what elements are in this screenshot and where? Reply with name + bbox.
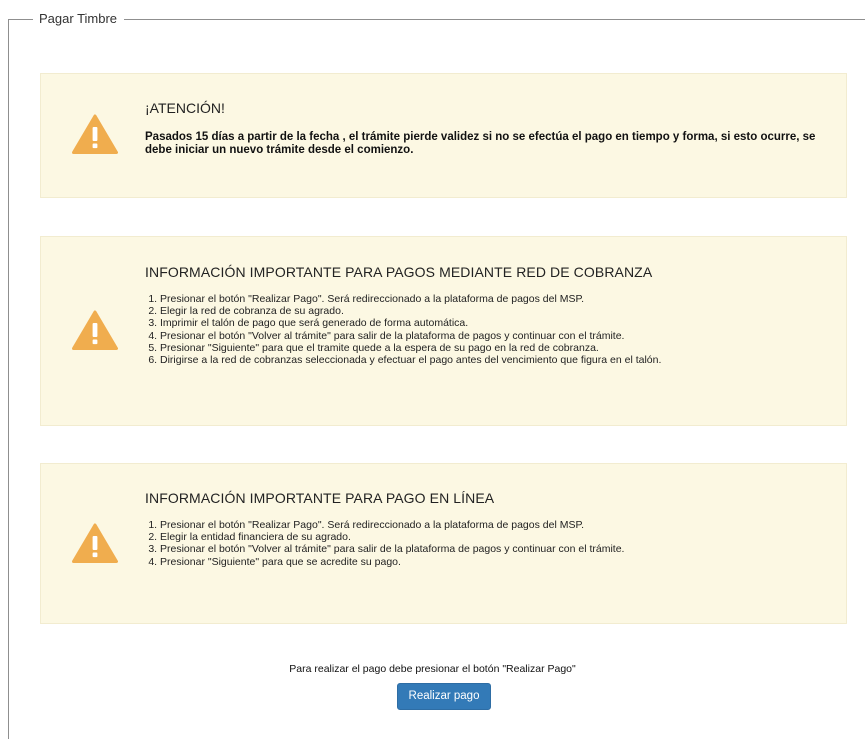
pago-linea-steps: Presionar el botón "Realizar Pago". Será…: [145, 519, 826, 568]
warning-icon: [72, 114, 118, 154]
pago-linea-title: INFORMACIÓN IMPORTANTE PARA PAGO EN LÍNE…: [145, 490, 495, 506]
attention-alert: ¡ATENCIÓN! Pasados 15 días a partir de l…: [40, 73, 847, 198]
pago-linea-alert: INFORMACIÓN IMPORTANTE PARA PAGO EN LÍNE…: [40, 463, 847, 624]
fieldset-legend: Pagar Timbre: [33, 10, 125, 28]
list-item: Presionar el botón "Realizar Pago". Será…: [160, 519, 826, 531]
warning-icon: [72, 523, 118, 563]
red-cobranza-content: INFORMACIÓN IMPORTANTE PARA PAGOS MEDIAN…: [145, 264, 826, 366]
list-item: Elegir la red de cobranza de su agrado.: [160, 305, 826, 317]
red-cobranza-steps: Presionar el botón "Realizar Pago". Será…: [145, 293, 826, 366]
list-item: Dirigirse a la red de cobranzas seleccio…: [160, 354, 826, 366]
list-item: Imprimir el talón de pago que será gener…: [160, 317, 826, 329]
attention-message: Pasados 15 días a partir de la fecha , e…: [145, 131, 816, 156]
list-item: Presionar el botón "Realizar Pago". Será…: [160, 293, 826, 305]
attention-title: ¡ATENCIÓN!: [145, 100, 225, 116]
red-cobranza-alert: INFORMACIÓN IMPORTANTE PARA PAGOS MEDIAN…: [40, 236, 847, 426]
payment-instruction: Para realizar el pago debe presionar el …: [289, 663, 576, 675]
red-cobranza-title: INFORMACIÓN IMPORTANTE PARA PAGOS MEDIAN…: [145, 264, 653, 280]
list-item: Presionar "Siguiente" para que se acredi…: [160, 556, 826, 568]
list-item: Presionar el botón "Volver al trámite" p…: [160, 330, 826, 342]
list-item: Elegir la entidad financiera de su agrad…: [160, 531, 826, 543]
warning-icon: [72, 310, 118, 350]
list-item: Presionar el botón "Volver al trámite" p…: [160, 543, 826, 555]
realizar-pago-button[interactable]: Realizar pago: [397, 683, 491, 710]
list-item: Presionar "Siguiente" para que el tramit…: [160, 342, 826, 354]
pago-linea-content: INFORMACIÓN IMPORTANTE PARA PAGO EN LÍNE…: [145, 490, 826, 568]
attention-content: ¡ATENCIÓN! Pasados 15 días a partir de l…: [145, 100, 826, 157]
